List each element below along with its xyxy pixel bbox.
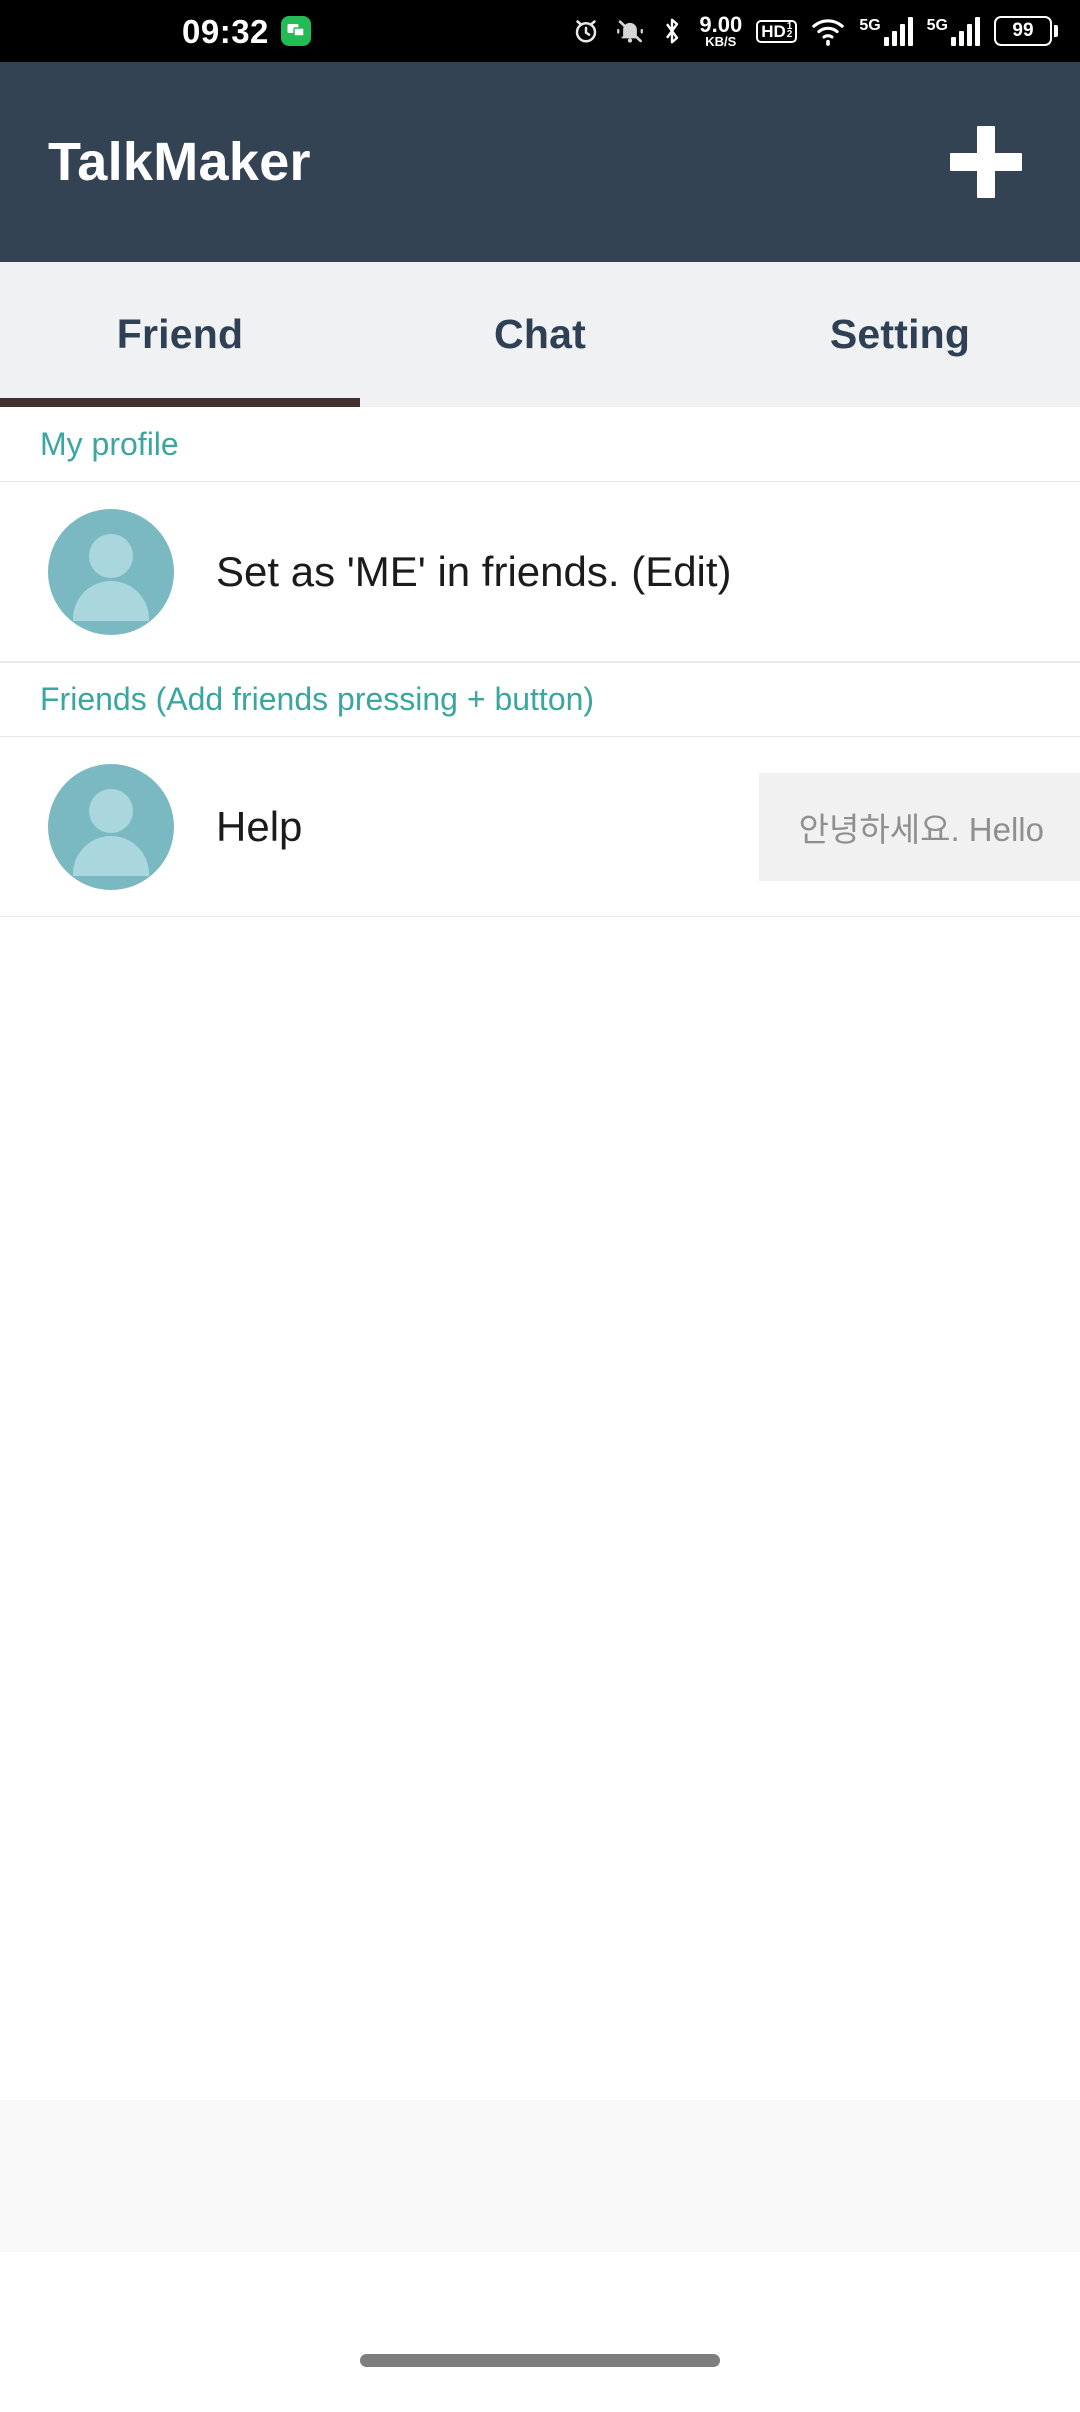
ad-banner-placeholder[interactable] — [0, 2100, 1080, 2252]
battery-cap — [1054, 25, 1058, 37]
status-bar-left: 09:32 — [182, 15, 311, 48]
add-friend-button[interactable] — [944, 120, 1028, 204]
sim2-signal-bars — [951, 16, 980, 46]
alarm-clock-icon — [571, 16, 601, 46]
sim1-signal-bars — [883, 16, 913, 46]
tab-setting-label: Setting — [829, 311, 971, 357]
status-bar: 09:32 9.00 KB/S HD 1 2 5G 5G 99 — [0, 0, 1080, 62]
hd-voice-icon: HD 1 2 — [756, 19, 798, 43]
tab-chat[interactable]: Chat — [360, 262, 720, 407]
section-header-my-profile-label: My profile — [40, 425, 179, 462]
status-bar-clock: 09:32 — [182, 12, 269, 50]
avatar-head — [89, 533, 133, 578]
chat-bubble-icon — [280, 16, 311, 46]
section-header-friends: Friends (Add friends pressing + button) — [0, 662, 1080, 737]
sim2-signal-indicator: 5G — [927, 16, 980, 46]
phone-screen: 09:32 9.00 KB/S HD 1 2 5G 5G 99 TalkMake… — [0, 0, 1080, 2412]
hd-voice-label: HD — [761, 21, 786, 41]
hd-voice-sub: 2 — [786, 29, 793, 40]
avatar-head — [89, 788, 133, 833]
sim1-signal-indicator: 5G — [859, 16, 913, 46]
app-bar: TalkMaker — [0, 62, 1080, 262]
network-speed-unit: KB/S — [705, 34, 737, 49]
my-profile-label: Set as 'ME' in friends. (Edit) — [216, 547, 732, 595]
person-placeholder-avatar — [48, 508, 174, 635]
tab-chat-label: Chat — [494, 311, 586, 357]
wifi-icon — [811, 16, 845, 46]
friend-row-help[interactable]: Help 안녕하세요. Hello — [0, 737, 1080, 917]
network-speed-indicator: 9.00 KB/S — [699, 12, 743, 49]
app-title: TalkMaker — [48, 132, 311, 192]
battery-level: 99 — [994, 16, 1052, 46]
tab-friend[interactable]: Friend — [0, 262, 360, 407]
battery-indicator: 99 — [994, 16, 1058, 46]
tab-setting[interactable]: Setting — [720, 262, 1080, 407]
my-profile-row[interactable]: Set as 'ME' in friends. (Edit) — [0, 482, 1080, 662]
tab-bar: Friend Chat Setting — [0, 262, 1080, 407]
person-placeholder-avatar — [48, 763, 174, 890]
avatar-body — [73, 835, 149, 876]
sim2-network-label: 5G — [926, 17, 948, 34]
friend-status-bubble: 안녕하세요. Hello — [758, 772, 1080, 881]
bluetooth-icon — [659, 16, 685, 46]
section-header-friends-label: Friends (Add friends pressing + button) — [40, 681, 595, 717]
home-gesture-pill[interactable] — [360, 2353, 720, 2367]
friend-name: Help — [216, 802, 303, 850]
bell-muted-icon — [615, 16, 645, 46]
status-bar-right: 9.00 KB/S HD 1 2 5G 5G 99 — [571, 0, 1058, 62]
system-navigation-bar — [0, 2252, 1080, 2412]
sim1-network-label: 5G — [859, 17, 881, 34]
avatar-body — [73, 580, 149, 621]
tab-friend-label: Friend — [116, 311, 244, 357]
section-header-my-profile: My profile — [0, 407, 1080, 482]
network-speed-value: 9.00 — [699, 12, 743, 37]
